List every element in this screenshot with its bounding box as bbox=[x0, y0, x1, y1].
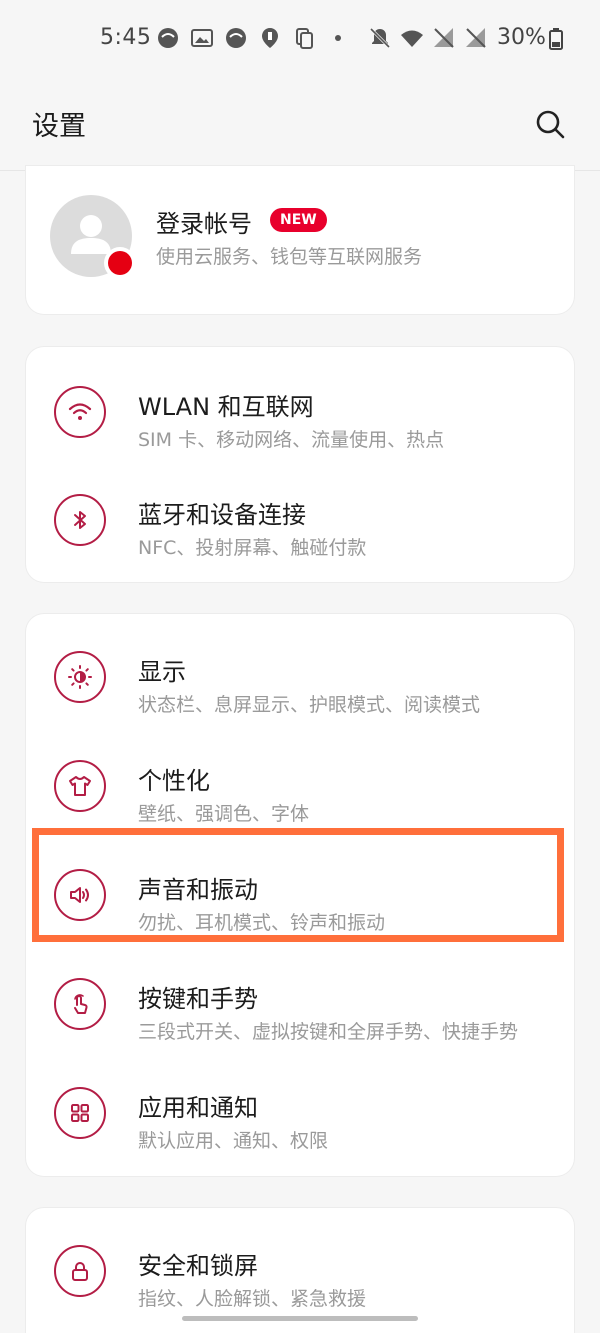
account-card[interactable]: 登录帐号 NEW 使用云服务、钱包等互联网服务 bbox=[26, 166, 574, 314]
item-title: 按键和手势 bbox=[138, 985, 258, 1013]
gesture-icon bbox=[54, 978, 106, 1030]
page-title: 设置 bbox=[32, 111, 86, 142]
status-notification-icons bbox=[156, 26, 350, 50]
item-subtitle: NFC、投射屏幕、触碰付款 bbox=[138, 537, 367, 559]
settings-item-personalization[interactable]: 个性化 壁纸、强调色、字体 bbox=[26, 733, 574, 841]
search-icon bbox=[536, 110, 565, 139]
item-title: 应用和通知 bbox=[138, 1094, 258, 1122]
new-badge: NEW bbox=[270, 208, 327, 232]
bluetooth-icon bbox=[54, 494, 106, 546]
clipboard-icon bbox=[292, 26, 316, 50]
settings-item-bluetooth[interactable]: 蓝牙和设备连接 NFC、投射屏幕、触碰付款 bbox=[26, 467, 574, 575]
wifi-icon bbox=[54, 386, 106, 438]
app-notification-icon-2 bbox=[224, 26, 248, 50]
more-dot-icon bbox=[326, 26, 350, 50]
highlight-box bbox=[32, 828, 564, 942]
settings-item-wlan[interactable]: WLAN 和互联网 SIM 卡、移动网络、流量使用、热点 bbox=[26, 359, 574, 467]
security-settings-card: 安全和锁屏 指纹、人脸解锁、紧急救援 bbox=[26, 1208, 574, 1333]
item-title: 蓝牙和设备连接 bbox=[138, 501, 306, 529]
settings-item-apps-notifications[interactable]: 应用和通知 默认应用、通知、权限 bbox=[26, 1060, 574, 1168]
wifi-icon bbox=[400, 26, 424, 50]
item-title: WLAN 和互联网 bbox=[138, 393, 314, 421]
location-icon bbox=[258, 26, 282, 50]
avatar bbox=[50, 195, 132, 277]
item-subtitle: 状态栏、息屏显示、护眼模式、阅读模式 bbox=[138, 694, 481, 716]
apps-grid-icon bbox=[54, 1087, 106, 1139]
item-subtitle: 三段式开关、虚拟按键和全屏手势、快捷手势 bbox=[138, 1021, 519, 1043]
search-button[interactable] bbox=[530, 104, 570, 144]
status-time: 5:45 bbox=[100, 25, 152, 50]
lock-icon bbox=[54, 1245, 106, 1297]
gallery-icon bbox=[190, 26, 214, 50]
status-bar: 5:45 30% bbox=[0, 0, 600, 78]
item-subtitle: SIM 卡、移动网络、流量使用、热点 bbox=[138, 429, 445, 451]
item-title: 安全和锁屏 bbox=[138, 1252, 258, 1280]
item-title: 个性化 bbox=[138, 767, 210, 795]
account-title: 登录帐号 bbox=[156, 210, 252, 238]
home-indicator[interactable] bbox=[182, 1316, 418, 1321]
battery-percent: 30% bbox=[497, 25, 546, 50]
settings-item-buttons-gestures[interactable]: 按键和手势 三段式开关、虚拟按键和全屏手势、快捷手势 bbox=[26, 951, 574, 1059]
brightness-icon bbox=[54, 651, 106, 703]
shirt-icon bbox=[54, 760, 106, 812]
no-sim-icon bbox=[432, 26, 456, 50]
item-subtitle: 指纹、人脸解锁、紧急救援 bbox=[138, 1288, 367, 1310]
app-notification-icon bbox=[156, 26, 180, 50]
battery-icon bbox=[549, 28, 563, 56]
no-sim-icon-2 bbox=[464, 26, 488, 50]
app-header: 设置 bbox=[0, 78, 600, 170]
item-title: 显示 bbox=[138, 658, 186, 686]
item-subtitle: 默认应用、通知、权限 bbox=[138, 1130, 329, 1152]
notification-dot bbox=[108, 251, 132, 275]
account-subtitle: 使用云服务、钱包等互联网服务 bbox=[156, 246, 423, 268]
silent-icon bbox=[368, 26, 392, 50]
item-subtitle: 壁纸、强调色、字体 bbox=[138, 803, 310, 825]
status-system-icons bbox=[368, 26, 488, 50]
settings-item-security[interactable]: 安全和锁屏 指纹、人脸解锁、紧急救援 bbox=[26, 1218, 574, 1326]
network-settings-card: WLAN 和互联网 SIM 卡、移动网络、流量使用、热点 蓝牙和设备连接 NFC… bbox=[26, 347, 574, 582]
settings-item-display[interactable]: 显示 状态栏、息屏显示、护眼模式、阅读模式 bbox=[26, 624, 574, 732]
